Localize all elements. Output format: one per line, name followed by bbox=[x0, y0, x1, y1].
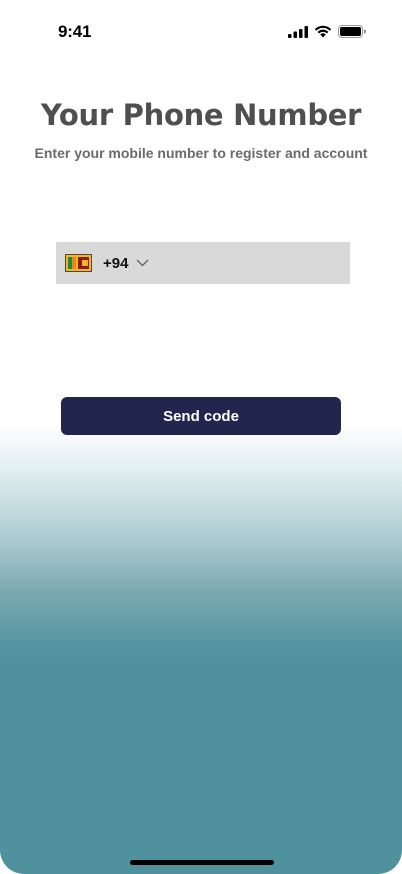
status-time: 9:41 bbox=[58, 22, 92, 41]
phone-number-input-group: +94 bbox=[56, 242, 371, 284]
wifi-icon bbox=[314, 25, 332, 38]
send-code-button[interactable]: Send code bbox=[61, 397, 341, 435]
page-subtitle: Enter your mobile number to register and… bbox=[34, 145, 368, 161]
dial-code: +94 bbox=[103, 254, 129, 272]
page-title: Your Phone Number bbox=[40, 98, 362, 132]
chevron-down-icon bbox=[136, 259, 149, 267]
phone-number-field[interactable] bbox=[155, 242, 371, 284]
country-code-selector[interactable]: +94 bbox=[56, 242, 149, 284]
battery-icon bbox=[338, 25, 366, 38]
cellular-signal-icon bbox=[288, 25, 308, 38]
status-bar: 9:41 bbox=[0, 0, 402, 62]
status-icons bbox=[288, 25, 366, 38]
home-indicator bbox=[130, 860, 274, 865]
phone-number-screen: 9:41 Your Phone Number Enter your mobile… bbox=[0, 0, 402, 874]
sri-lanka-flag-icon bbox=[65, 254, 92, 272]
